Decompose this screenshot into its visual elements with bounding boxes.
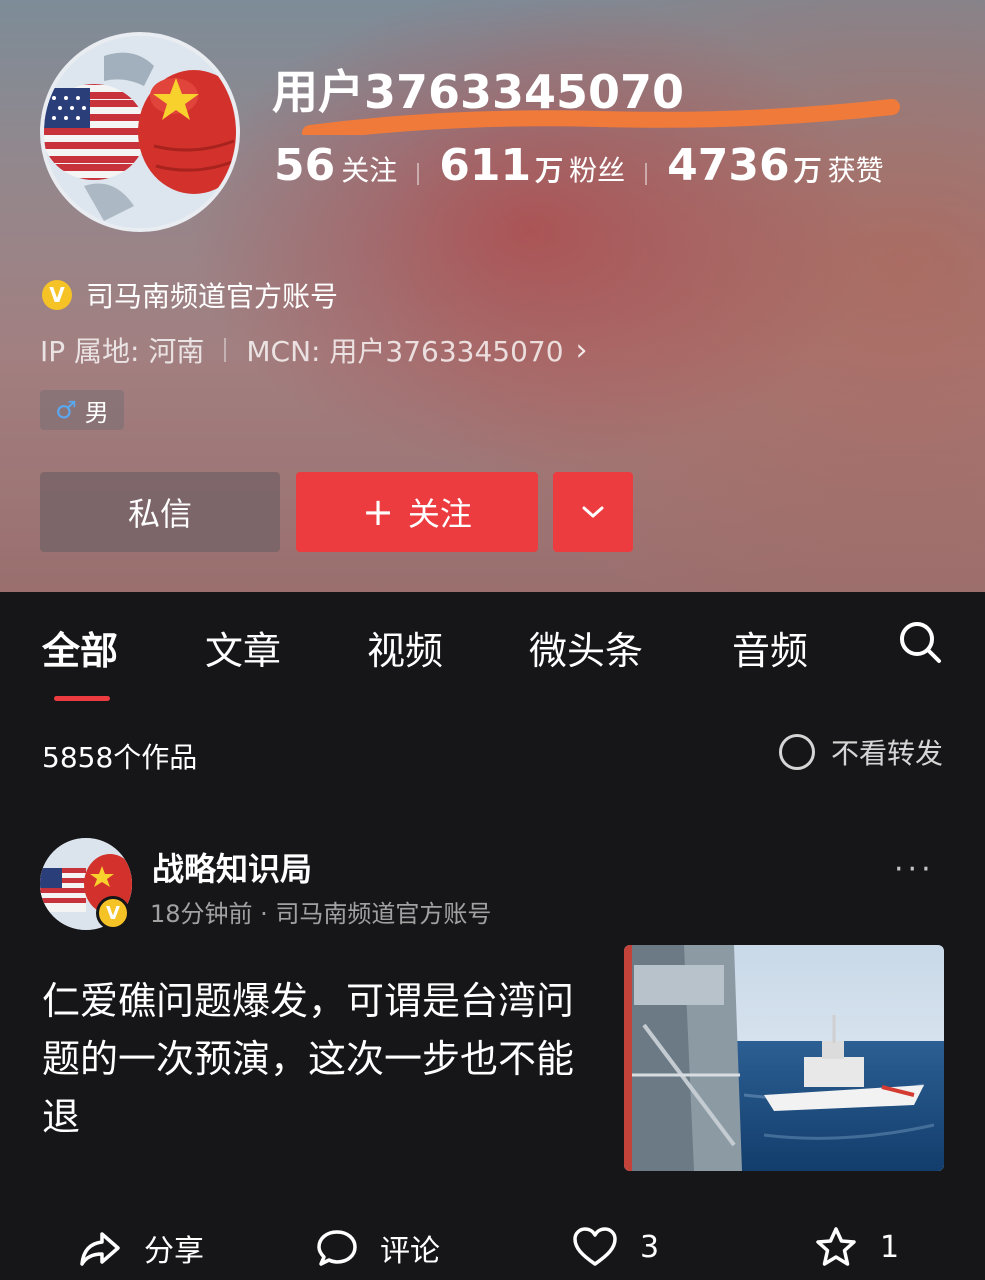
hide-reposts-label[interactable]: 不看转发 <box>831 732 943 772</box>
post-title[interactable]: 仁爱礁问题爆发，可谓是台湾问题的一次预演，这次一步也不能退 <box>42 972 582 1146</box>
message-button[interactable]: 私信 <box>40 472 280 552</box>
share-button[interactable]: 分享 <box>78 1226 204 1270</box>
search-icon[interactable] <box>896 618 944 666</box>
us-fist <box>44 84 146 180</box>
like-count: 3 <box>640 1229 660 1265</box>
fans-unit: 万 <box>535 154 564 187</box>
likes-unit: 万 <box>793 154 822 187</box>
orange-annotation-stroke <box>302 99 900 135</box>
verified-description: 司马南频道官方账号 <box>86 280 339 313</box>
tab-articles[interactable]: 文章 <box>205 620 281 675</box>
post-author-name[interactable]: 战略知识局 <box>152 844 312 890</box>
follow-button[interactable]: + 关注 <box>296 472 538 552</box>
profile-header: 用户3763345070 56 关注 611 万 粉丝 4736 万 获赞 V … <box>0 0 985 592</box>
like-button[interactable]: 3 <box>572 1226 659 1268</box>
verified-badge-icon: V <box>96 896 130 930</box>
radio-circle-icon[interactable] <box>778 734 815 770</box>
mcn-link[interactable]: MCN: 用户3763345070 <box>246 330 563 370</box>
likes-label: 获赞 <box>827 154 884 187</box>
comment-label: 评论 <box>380 1234 440 1269</box>
favorite-count: 1 <box>880 1229 900 1265</box>
tab-micro-posts[interactable]: 微头条 <box>529 620 643 675</box>
ip-divider <box>224 338 227 362</box>
verified-badge-icon: V <box>42 280 72 310</box>
message-button-label: 私信 <box>127 495 192 533</box>
share-label: 分享 <box>144 1234 204 1269</box>
fans-count[interactable]: 611 <box>439 140 531 191</box>
post-thumbnail[interactable] <box>624 945 944 1171</box>
ip-location: IP 属地: 河南 <box>40 335 205 368</box>
male-icon: ♂ <box>55 396 77 424</box>
ship-photo <box>624 945 944 1171</box>
following-label[interactable]: 关注 <box>341 149 397 189</box>
works-filter-row: 5858个作品 不看转发 <box>0 718 985 788</box>
fans-label[interactable]: 粉丝 <box>569 149 625 189</box>
ip-mcn-row: IP 属地: 河南 MCN: 用户3763345070 › <box>40 330 588 370</box>
active-tab-indicator <box>54 696 110 701</box>
following-count[interactable]: 56 <box>274 140 335 191</box>
plus-icon: + <box>362 490 394 534</box>
profile-stats: 56 关注 611 万 粉丝 4736 万 获赞 <box>274 140 884 196</box>
favorite-button[interactable]: 1 <box>814 1226 899 1268</box>
post-meta: 18分钟前 · 司马南频道官方账号 <box>150 900 492 928</box>
post-actions: 分享 评论 3 1 <box>0 1222 985 1280</box>
more-options-button[interactable] <box>553 472 633 552</box>
follow-button-label: 关注 <box>407 495 472 533</box>
share-icon <box>80 1232 120 1266</box>
verified-row: V 司马南频道官方账号 <box>42 275 338 315</box>
gender-label: 男 <box>84 398 109 427</box>
stat-divider <box>417 163 420 185</box>
chevron-right-icon[interactable]: › <box>576 333 588 368</box>
avatar-image <box>44 36 236 228</box>
more-menu-icon[interactable]: ··· <box>894 852 935 887</box>
chevron-down-icon <box>582 506 604 518</box>
likes-count: 4736 <box>667 140 790 191</box>
hide-reposts-toggle[interactable]: 不看转发 <box>778 732 943 772</box>
profile-avatar[interactable] <box>40 32 240 232</box>
gender-tag: ♂ 男 <box>40 390 124 430</box>
star-icon <box>816 1227 856 1266</box>
tab-all[interactable]: 全部 <box>42 620 118 675</box>
tab-videos[interactable]: 视频 <box>367 620 443 675</box>
content-tabs: 全部 文章 视频 微头条 音频 <box>0 592 985 704</box>
heart-icon <box>573 1227 617 1266</box>
stat-divider <box>645 163 648 185</box>
tab-audio[interactable]: 音频 <box>732 620 808 675</box>
comment-icon <box>317 1230 357 1266</box>
works-count: 5858个作品 <box>42 741 198 774</box>
comment-button[interactable]: 评论 <box>316 1226 440 1270</box>
